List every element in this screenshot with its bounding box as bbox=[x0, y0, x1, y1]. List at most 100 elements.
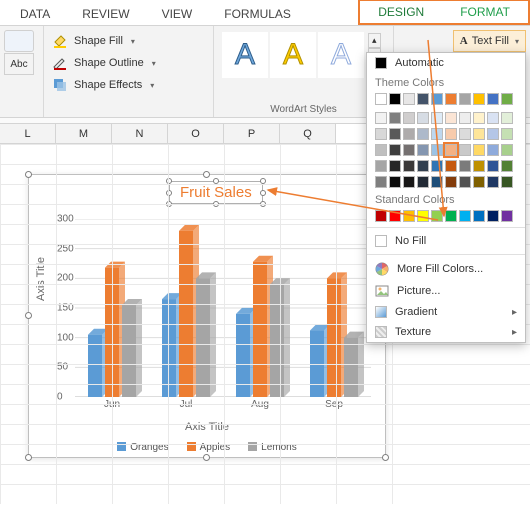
color-swatch[interactable] bbox=[375, 210, 387, 222]
color-swatch[interactable] bbox=[487, 144, 499, 156]
wordart-gallery-up[interactable]: ▴ bbox=[368, 33, 381, 48]
color-swatch[interactable] bbox=[375, 112, 387, 124]
resize-handle[interactable] bbox=[25, 454, 32, 461]
col-o[interactable]: O bbox=[168, 124, 224, 143]
resize-handle[interactable] bbox=[203, 171, 210, 178]
color-swatch[interactable] bbox=[459, 112, 471, 124]
color-swatch[interactable] bbox=[375, 128, 387, 140]
color-swatch[interactable] bbox=[445, 210, 457, 222]
color-swatch[interactable] bbox=[459, 144, 471, 156]
col-p[interactable]: P bbox=[224, 124, 280, 143]
color-swatch[interactable] bbox=[389, 93, 401, 105]
col-m[interactable]: M bbox=[56, 124, 112, 143]
color-swatch[interactable] bbox=[375, 93, 387, 105]
color-swatch[interactable] bbox=[431, 144, 443, 156]
color-swatch[interactable] bbox=[459, 176, 471, 188]
picture-fill-item[interactable]: Picture... bbox=[367, 280, 525, 302]
color-swatch[interactable] bbox=[487, 176, 499, 188]
color-swatch[interactable] bbox=[417, 128, 429, 140]
color-swatch[interactable] bbox=[487, 112, 499, 124]
color-swatch[interactable] bbox=[445, 144, 457, 156]
color-swatch[interactable] bbox=[487, 210, 499, 222]
automatic-item[interactable]: Automatic bbox=[367, 53, 525, 73]
color-swatch[interactable] bbox=[375, 176, 387, 188]
resize-handle[interactable] bbox=[203, 454, 210, 461]
color-swatch[interactable] bbox=[459, 128, 471, 140]
resize-handle[interactable] bbox=[25, 312, 32, 319]
tab-design[interactable]: DESIGN bbox=[360, 1, 442, 23]
color-swatch[interactable] bbox=[445, 112, 457, 124]
color-swatch[interactable] bbox=[473, 144, 485, 156]
color-swatch[interactable] bbox=[501, 93, 513, 105]
color-swatch[interactable] bbox=[501, 176, 513, 188]
col-n[interactable]: N bbox=[112, 124, 168, 143]
color-swatch[interactable] bbox=[445, 176, 457, 188]
x-axis-title[interactable]: Axis Title bbox=[29, 421, 385, 433]
color-swatch[interactable] bbox=[403, 160, 415, 172]
color-swatch[interactable] bbox=[473, 112, 485, 124]
resize-handle[interactable] bbox=[25, 171, 32, 178]
color-swatch[interactable] bbox=[431, 176, 443, 188]
wordart-preset-1[interactable]: A bbox=[222, 32, 268, 78]
color-swatch[interactable] bbox=[501, 160, 513, 172]
color-swatch[interactable] bbox=[431, 160, 443, 172]
color-swatch[interactable] bbox=[417, 210, 429, 222]
color-swatch[interactable] bbox=[417, 176, 429, 188]
color-swatch[interactable] bbox=[417, 144, 429, 156]
color-swatch[interactable] bbox=[403, 144, 415, 156]
wordart-preset-2[interactable]: A bbox=[270, 32, 316, 78]
color-swatch[interactable] bbox=[389, 112, 401, 124]
color-swatch[interactable] bbox=[487, 128, 499, 140]
color-swatch[interactable] bbox=[431, 210, 443, 222]
tab-format[interactable]: FORMAT bbox=[442, 1, 528, 23]
color-swatch[interactable] bbox=[473, 128, 485, 140]
color-swatch[interactable] bbox=[375, 144, 387, 156]
color-swatch[interactable] bbox=[403, 128, 415, 140]
color-swatch[interactable] bbox=[501, 112, 513, 124]
color-swatch[interactable] bbox=[459, 210, 471, 222]
color-swatch[interactable] bbox=[459, 160, 471, 172]
color-swatch[interactable] bbox=[473, 176, 485, 188]
color-swatch[interactable] bbox=[473, 93, 485, 105]
color-swatch[interactable] bbox=[487, 160, 499, 172]
tab-formulas[interactable]: FORMULAS bbox=[208, 2, 307, 25]
chart-object[interactable]: Fruit Sales Axis Title Axis Title Orange… bbox=[28, 174, 386, 458]
color-swatch[interactable] bbox=[417, 160, 429, 172]
color-swatch[interactable] bbox=[431, 112, 443, 124]
resize-handle[interactable] bbox=[382, 454, 389, 461]
color-swatch[interactable] bbox=[389, 144, 401, 156]
color-swatch[interactable] bbox=[473, 160, 485, 172]
shape-effects-button[interactable]: Shape Effects▾ bbox=[52, 74, 205, 96]
color-swatch[interactable] bbox=[389, 176, 401, 188]
color-swatch[interactable] bbox=[403, 176, 415, 188]
color-swatch[interactable] bbox=[487, 93, 499, 105]
shape-fill-button[interactable]: Shape Fill▾ bbox=[52, 30, 205, 52]
gradient-fill-item[interactable]: Gradient ▸ bbox=[367, 302, 525, 322]
color-swatch[interactable] bbox=[417, 112, 429, 124]
color-swatch[interactable] bbox=[403, 112, 415, 124]
col-q[interactable]: Q bbox=[280, 124, 336, 143]
color-swatch[interactable] bbox=[403, 93, 415, 105]
shape-style-preview[interactable] bbox=[4, 30, 34, 52]
color-swatch[interactable] bbox=[389, 160, 401, 172]
color-swatch[interactable] bbox=[403, 210, 415, 222]
tab-view[interactable]: VIEW bbox=[146, 2, 209, 25]
chart-plot-area[interactable] bbox=[75, 219, 371, 397]
color-swatch[interactable] bbox=[417, 93, 429, 105]
tab-review[interactable]: REVIEW bbox=[66, 2, 145, 25]
color-swatch[interactable] bbox=[501, 128, 513, 140]
color-swatch[interactable] bbox=[375, 160, 387, 172]
text-fill-button[interactable]: A Text Fill ▾ bbox=[453, 30, 526, 52]
color-swatch[interactable] bbox=[445, 128, 457, 140]
wordart-preset-3[interactable]: A bbox=[318, 32, 364, 78]
color-swatch[interactable] bbox=[389, 128, 401, 140]
more-fill-colors-item[interactable]: More Fill Colors... bbox=[367, 258, 525, 280]
color-swatch[interactable] bbox=[389, 210, 401, 222]
col-l[interactable]: L bbox=[0, 124, 56, 143]
color-swatch[interactable] bbox=[501, 210, 513, 222]
tab-data[interactable]: DATA bbox=[4, 2, 66, 25]
texture-fill-item[interactable]: Texture ▸ bbox=[367, 322, 525, 342]
no-fill-item[interactable]: No Fill bbox=[367, 231, 525, 251]
color-swatch[interactable] bbox=[431, 128, 443, 140]
color-swatch[interactable] bbox=[431, 93, 443, 105]
